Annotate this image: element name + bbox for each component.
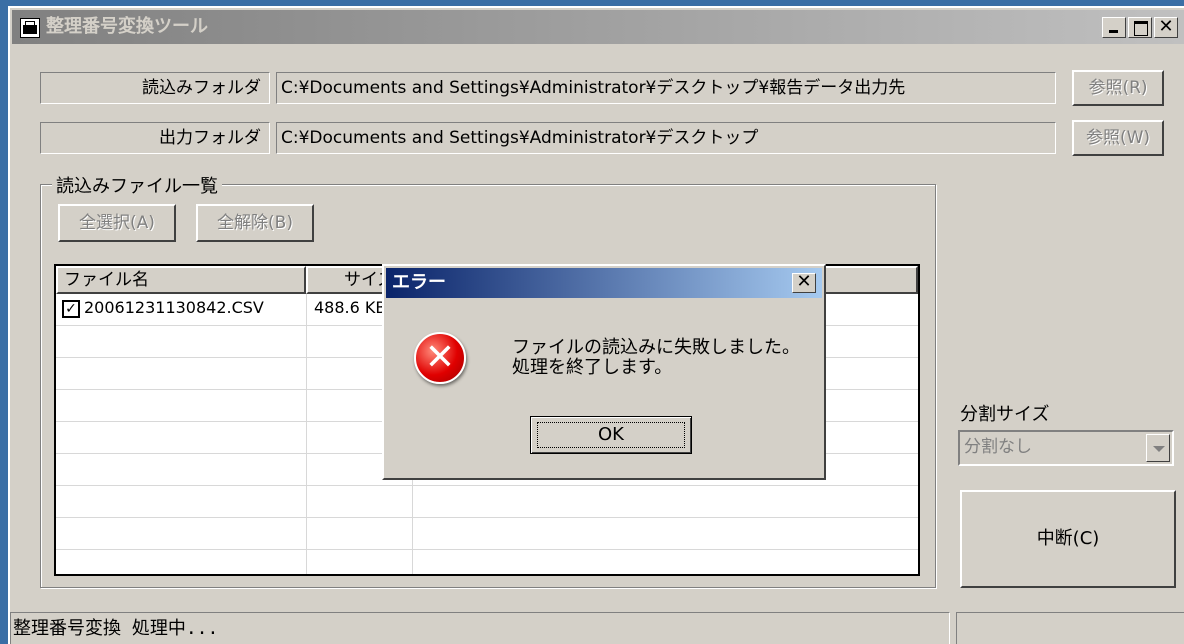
column-header-filename[interactable]: ファイル名 — [56, 266, 306, 294]
dialog-message: ファイルの読込みに失敗しました。 処理を終了します。 — [512, 338, 800, 378]
column-divider — [306, 294, 307, 574]
row-filename: 20061231130842.CSV — [84, 298, 264, 317]
select-all-button[interactable]: 全選択(A) — [58, 204, 176, 242]
output-folder-browse-button[interactable]: 参照(W) — [1072, 120, 1164, 156]
app-disk-icon — [20, 18, 40, 38]
split-size-select[interactable]: 分割なし — [958, 430, 1174, 466]
status-bar: 整理番号変換 処理中... — [10, 612, 1184, 644]
maximize-button[interactable] — [1128, 17, 1152, 38]
window-controls: ✕ — [1102, 17, 1178, 38]
table-row — [56, 518, 918, 550]
dialog-title: エラー — [392, 272, 446, 293]
row-checkbox[interactable]: ✓ — [62, 300, 80, 318]
close-window-button[interactable]: ✕ — [1154, 17, 1178, 38]
dropdown-arrow-icon[interactable] — [1146, 434, 1170, 462]
output-folder-label: 出力フォルダ — [40, 122, 270, 154]
split-size-label: 分割サイズ — [960, 404, 1050, 425]
file-list-group-title: 読込みファイル一覧 — [52, 172, 222, 198]
dialog-message-line1: ファイルの読込みに失敗しました。 — [512, 337, 800, 358]
error-icon: ✕ — [414, 332, 466, 384]
output-folder-path[interactable]: C:¥Documents and Settings¥Administrator¥… — [276, 122, 1056, 154]
deselect-all-button[interactable]: 全解除(B) — [196, 204, 314, 242]
split-size-value: 分割なし — [964, 437, 1032, 457]
ok-button[interactable]: OK — [530, 416, 692, 454]
dialog-close-button[interactable]: ✕ — [792, 273, 816, 293]
read-folder-browse-button[interactable]: 参照(R) — [1072, 70, 1164, 106]
status-text: 整理番号変換 処理中... — [10, 612, 950, 644]
title-bar[interactable]: 整理番号変換ツール ✕ — [12, 10, 1184, 44]
dialog-title-bar[interactable]: エラー ✕ — [386, 268, 822, 298]
read-folder-label: 読込みフォルダ — [40, 72, 270, 104]
table-row — [56, 550, 918, 574]
table-row — [56, 486, 918, 518]
read-folder-path[interactable]: C:¥Documents and Settings¥Administrator¥… — [276, 72, 1056, 104]
abort-button[interactable]: 中断(C) — [960, 490, 1176, 588]
window-title: 整理番号変換ツール — [46, 16, 208, 37]
dialog-message-line2: 処理を終了します。 — [512, 357, 673, 378]
ok-button-label: OK — [537, 422, 685, 448]
status-panel — [956, 612, 1184, 644]
error-dialog: エラー ✕ ✕ ファイルの読込みに失敗しました。 処理を終了します。 OK — [382, 264, 826, 480]
row-size: 488.6 KB — [314, 298, 387, 317]
minimize-button[interactable] — [1102, 17, 1126, 38]
